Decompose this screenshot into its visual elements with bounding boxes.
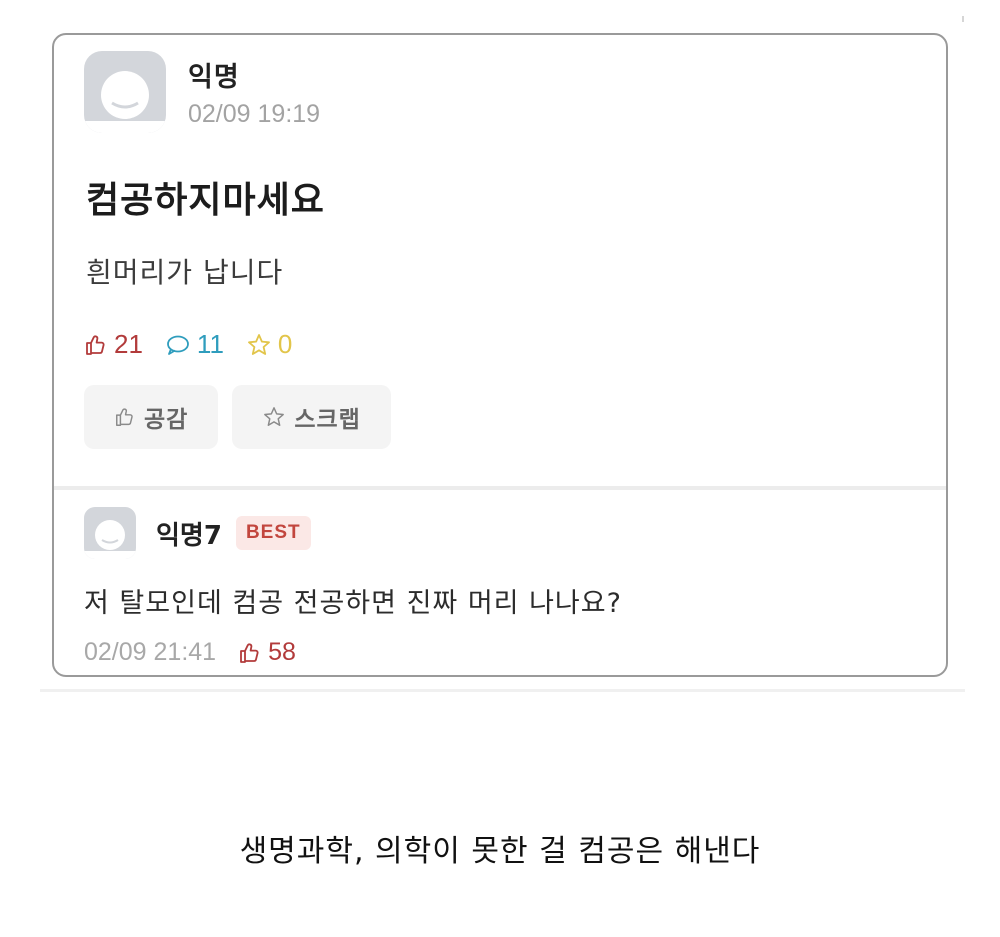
- caption-text: 생명과학, 의학이 못한 걸 컴공은 해낸다: [239, 834, 761, 869]
- comment-author[interactable]: 익명7: [156, 515, 222, 552]
- thumbs-up-icon: [116, 408, 133, 426]
- like-button[interactable]: 공감: [84, 385, 219, 449]
- post-title: 컴공하지마세요: [86, 180, 325, 221]
- scrap-count: 0: [246, 329, 292, 360]
- like-count-value: 21: [114, 329, 143, 359]
- comment-divider: [54, 486, 946, 490]
- star-icon: [264, 407, 285, 426]
- comment-count-value: 11: [196, 329, 224, 359]
- speech-bubble-icon: [167, 335, 189, 355]
- default-profile-icon[interactable]: [84, 507, 136, 559]
- post-header: 익명 02/09 19:19: [84, 51, 320, 133]
- post-time: 02/09 19:19: [188, 100, 321, 128]
- like-button-label: 공감: [144, 407, 189, 433]
- best-badge: BEST: [235, 516, 311, 550]
- comment-like-count[interactable]: 58: [238, 638, 296, 667]
- comment-meta: 02/09 21:41 58: [84, 638, 296, 667]
- post-actions: 공감 스크랩: [84, 385, 405, 449]
- like-count: 21: [84, 329, 143, 360]
- thumbs-up-icon: [86, 335, 105, 355]
- star-icon: [248, 333, 270, 355]
- scrap-button-label: 스크랩: [294, 407, 361, 433]
- default-profile-icon[interactable]: [84, 51, 166, 133]
- post-author[interactable]: 익명: [188, 55, 320, 94]
- comment-header: 익명7 BEST: [84, 507, 311, 559]
- post-stats: 21 11 0: [84, 329, 314, 360]
- thumbs-up-icon: [240, 643, 259, 663]
- comment-body: 저 탈모인데 컴공 전공하면 진짜 머리 나나요?: [84, 588, 622, 619]
- post-card: 익명 02/09 19:19 컴공하지마세요 흰머리가 납니다 21 11 0: [52, 33, 948, 677]
- comment-time: 02/09 21:41: [84, 638, 217, 666]
- scrap-button[interactable]: 스크랩: [232, 385, 391, 449]
- scrap-count-value: 0: [277, 329, 293, 359]
- comment-like-value: 58: [268, 638, 296, 666]
- card-bottom-shadow: [40, 689, 965, 692]
- author-block: 익명 02/09 19:19: [188, 55, 320, 129]
- corner-artifact: [962, 16, 964, 22]
- comment-count: 11: [165, 329, 224, 360]
- post-body: 흰머리가 납니다: [86, 256, 284, 289]
